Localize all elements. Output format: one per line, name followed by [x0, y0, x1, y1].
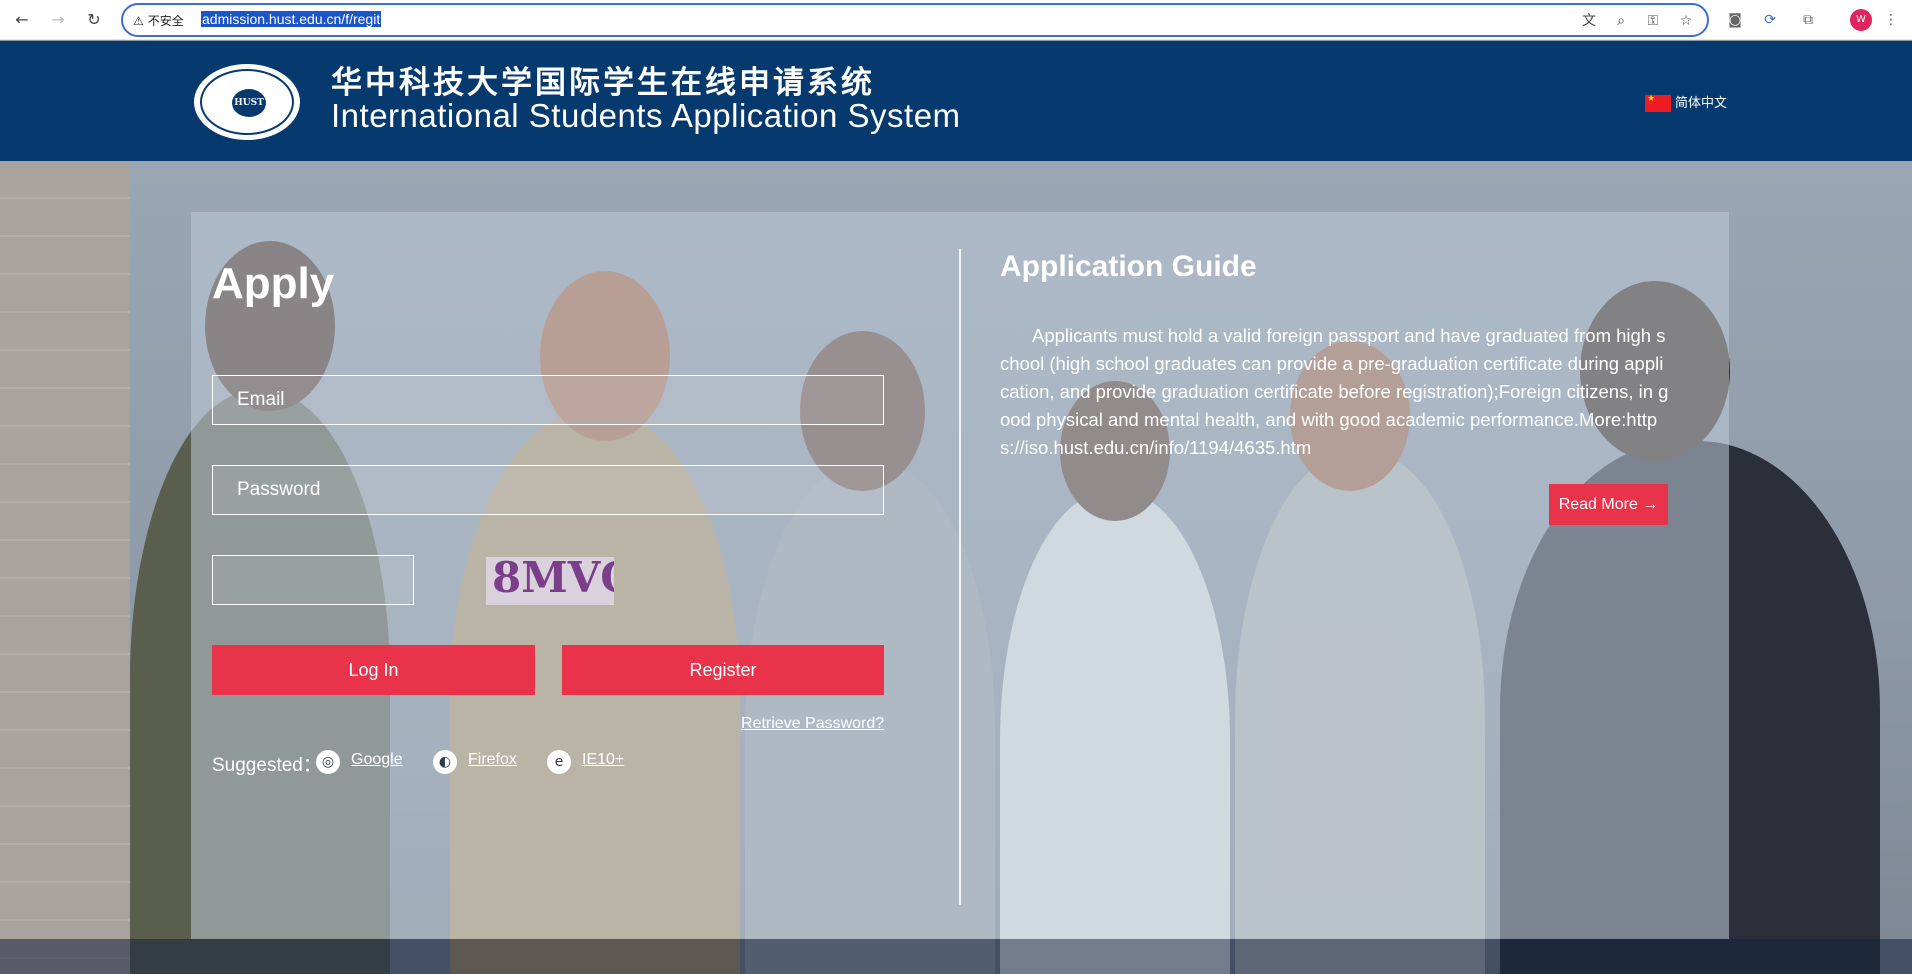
warning-icon: ⚠: [133, 14, 144, 28]
suggested-label: Suggested：: [212, 755, 322, 776]
key-icon[interactable]: ⚿: [1643, 11, 1663, 31]
site-title-cn: 华中科技大学国际学生在线申请系统: [331, 65, 875, 101]
panel-divider: [959, 249, 961, 905]
extensions-icon[interactable]: ⧉: [1797, 9, 1819, 31]
security-warning[interactable]: ⚠ 不安全: [133, 12, 184, 29]
hero-background: Apply 8MVG Log In Register Retrieve Pass…: [0, 161, 1912, 974]
ie-link[interactable]: IE10+: [582, 751, 624, 769]
ie-icon: e: [547, 750, 571, 774]
apply-heading: Apply: [212, 259, 335, 308]
firefox-icon: ◐: [433, 750, 457, 774]
google-link[interactable]: Google: [351, 751, 403, 769]
brick-wall: [0, 161, 130, 974]
profile-avatar[interactable]: W: [1850, 9, 1872, 31]
login-button[interactable]: Log In: [212, 645, 535, 695]
logo-emblem: HUST: [232, 89, 266, 117]
firefox-link[interactable]: Firefox: [468, 751, 517, 769]
chrome-icon: ◎: [316, 750, 340, 774]
bookmark-star-icon[interactable]: ☆: [1676, 11, 1696, 31]
reload-icon[interactable]: ↻: [82, 8, 106, 32]
browser-toolbar: ← → ↻ ⚠ 不安全 admission.hust.edu.cn/f/regit…: [0, 0, 1912, 40]
captcha-image[interactable]: 8MVG: [486, 557, 614, 605]
forward-icon[interactable]: →: [46, 8, 70, 32]
password-input[interactable]: [212, 465, 884, 515]
register-button[interactable]: Register: [562, 645, 884, 695]
zoom-icon[interactable]: ⌕: [1611, 11, 1631, 31]
translate-icon[interactable]: 文: [1579, 11, 1599, 31]
read-more-button[interactable]: Read More →: [1549, 484, 1668, 525]
menu-kebab-icon[interactable]: ⋮: [1880, 9, 1902, 31]
university-logo[interactable]: HUST: [191, 61, 303, 143]
url-value: admission.hust.edu.cn/f/regit: [201, 11, 382, 27]
logo-ring: HUST: [200, 69, 294, 135]
language-switcher[interactable]: 简体中文: [1645, 92, 1727, 112]
guide-description: Applicants must hold a valid foreign pas…: [1000, 325, 1669, 458]
captcha-text: 8MVG: [492, 557, 614, 602]
china-flag-icon: [1645, 94, 1671, 112]
guide-heading: Application Guide: [1000, 250, 1257, 283]
footer-band: [0, 939, 1912, 974]
back-icon[interactable]: ←: [10, 8, 34, 32]
site-title-en: International Students Application Syste…: [331, 97, 961, 134]
sync-icon[interactable]: ⟳: [1759, 9, 1781, 31]
security-label: 不安全: [147, 14, 184, 28]
site-header: HUST 华中科技大学国际学生在线申请系统 International Stud…: [0, 41, 1912, 161]
screenshot-icon[interactable]: ◙: [1724, 9, 1746, 31]
language-label: 简体中文: [1675, 96, 1728, 111]
address-bar[interactable]: ⚠ 不安全 admission.hust.edu.cn/f/regit 文 ⌕ ⚿…: [121, 3, 1709, 37]
captcha-input[interactable]: [212, 555, 414, 605]
retrieve-password-link[interactable]: Retrieve Password?: [741, 715, 884, 733]
url-text[interactable]: admission.hust.edu.cn/f/regit: [201, 11, 382, 27]
email-input[interactable]: [212, 375, 884, 425]
